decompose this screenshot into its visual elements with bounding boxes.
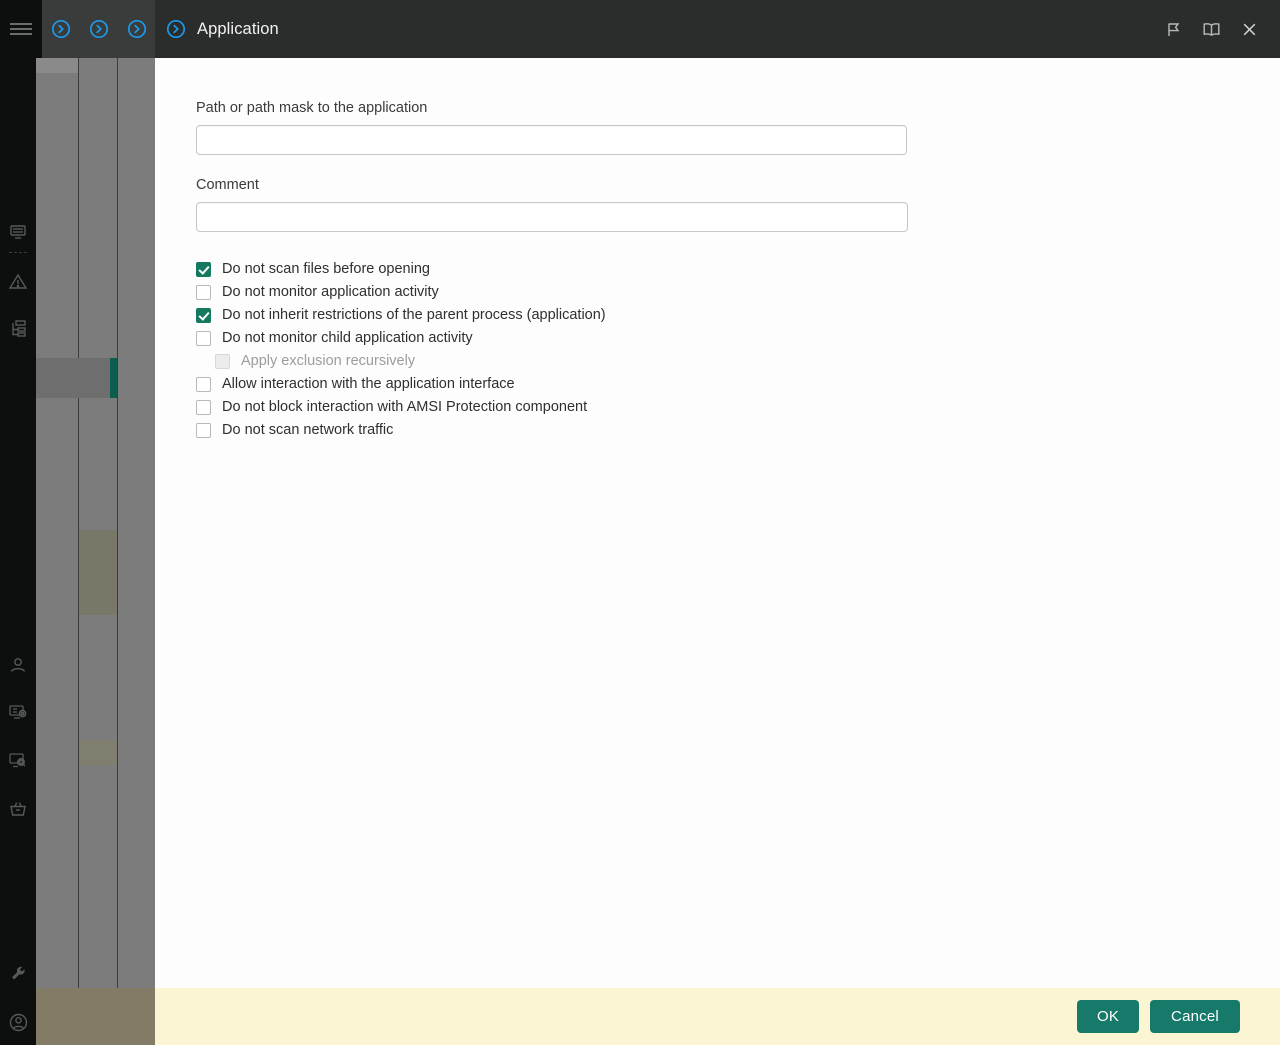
background-highlight-row-b bbox=[79, 530, 117, 615]
sidebar-item-discovery[interactable] bbox=[0, 744, 36, 778]
comment-field-label: Comment bbox=[196, 177, 259, 193]
checkbox-do-not-scan-files-before-opening[interactable]: Do not scan files before opening bbox=[196, 258, 1280, 281]
exclusion-options-list: Do not scan files before opening Do not m… bbox=[196, 258, 1280, 442]
dialog-footer: OK Cancel bbox=[155, 988, 1280, 1045]
checkbox-do-not-monitor-child-application-activity[interactable]: Do not monitor child application activit… bbox=[196, 327, 1280, 350]
sidebar-item-hierarchy[interactable] bbox=[0, 312, 36, 346]
checkbox-apply-exclusion-recursively: Apply exclusion recursively bbox=[196, 350, 1280, 373]
dialog-title-bar: Application bbox=[155, 0, 1280, 58]
comment-input[interactable] bbox=[196, 202, 908, 232]
checkbox-allow-interaction-with-application-interface-box[interactable] bbox=[196, 377, 211, 392]
background-selected-row bbox=[36, 358, 115, 398]
breadcrumb-step-1[interactable] bbox=[42, 0, 81, 58]
checkbox-do-not-monitor-child-application-activity-box[interactable] bbox=[196, 331, 211, 346]
checkbox-do-not-scan-files-before-opening-box[interactable] bbox=[196, 262, 211, 277]
ok-button[interactable]: OK bbox=[1077, 1000, 1139, 1033]
sidebar-item-users[interactable] bbox=[0, 648, 36, 682]
sidebar-item-account[interactable] bbox=[0, 1005, 36, 1039]
sidebar-item-reports[interactable] bbox=[0, 215, 36, 249]
circle-arrow-right-icon bbox=[89, 19, 109, 39]
background-column-2 bbox=[79, 0, 117, 1045]
checkbox-do-not-block-amsi-protection-label: Do not block interaction with AMSI Prote… bbox=[222, 399, 588, 416]
circle-arrow-right-icon bbox=[127, 19, 147, 39]
path-field-label: Path or path mask to the application bbox=[196, 100, 428, 116]
checkbox-do-not-inherit-parent-restrictions[interactable]: Do not inherit restrictions of the paren… bbox=[196, 304, 1280, 327]
path-input[interactable] bbox=[196, 125, 907, 155]
sidebar-item-alerts[interactable] bbox=[0, 265, 36, 299]
background-column-3 bbox=[118, 0, 155, 1045]
dialog-title-actions bbox=[1154, 9, 1280, 49]
background-highlight-row-a bbox=[36, 58, 78, 73]
checkbox-do-not-monitor-application-activity[interactable]: Do not monitor application activity bbox=[196, 281, 1280, 304]
background-divider-1 bbox=[78, 0, 79, 1045]
checkbox-do-not-inherit-parent-restrictions-box[interactable] bbox=[196, 308, 211, 323]
checkbox-allow-interaction-with-application-interface-label: Allow interaction with the application i… bbox=[222, 376, 515, 393]
sidebar-item-policies[interactable] bbox=[0, 360, 36, 394]
checkbox-do-not-scan-network-traffic-box[interactable] bbox=[196, 423, 211, 438]
background-highlight-row-c bbox=[79, 740, 117, 765]
breadcrumb-step-3[interactable] bbox=[118, 0, 157, 58]
application-exclusion-dialog: Application Path or path mask to the app… bbox=[155, 0, 1280, 1045]
checkbox-do-not-monitor-child-application-activity-label: Do not monitor child application activit… bbox=[222, 330, 473, 347]
background-divider-2 bbox=[117, 0, 118, 1045]
cancel-button[interactable]: Cancel bbox=[1150, 1000, 1240, 1033]
checkbox-do-not-monitor-application-activity-label: Do not monitor application activity bbox=[222, 284, 439, 301]
checkbox-do-not-scan-network-traffic-label: Do not scan network traffic bbox=[222, 422, 394, 439]
hamburger-menu-icon[interactable] bbox=[0, 0, 42, 58]
breadcrumb-step-2[interactable] bbox=[80, 0, 119, 58]
checkbox-do-not-scan-files-before-opening-label: Do not scan files before opening bbox=[222, 261, 430, 278]
checkbox-do-not-monitor-application-activity-box[interactable] bbox=[196, 285, 211, 300]
checkbox-apply-exclusion-recursively-label: Apply exclusion recursively bbox=[241, 353, 416, 370]
checkbox-do-not-block-amsi-protection[interactable]: Do not block interaction with AMSI Prote… bbox=[196, 396, 1280, 419]
sidebar-item-marketplace[interactable] bbox=[0, 792, 36, 826]
sidebar-item-tools[interactable] bbox=[0, 957, 36, 991]
checkbox-apply-exclusion-recursively-box bbox=[215, 354, 230, 369]
background-selection-accent-2 bbox=[110, 358, 117, 398]
application-window: Application Path or path mask to the app… bbox=[0, 0, 1280, 1045]
sidebar-divider bbox=[9, 252, 27, 254]
checkbox-do-not-inherit-parent-restrictions-label: Do not inherit restrictions of the paren… bbox=[222, 307, 606, 324]
background-column-1 bbox=[36, 0, 78, 1045]
background-footer-tint bbox=[36, 988, 155, 1045]
book-icon[interactable] bbox=[1192, 9, 1230, 49]
checkbox-allow-interaction-with-application-interface[interactable]: Allow interaction with the application i… bbox=[196, 373, 1280, 396]
close-icon[interactable] bbox=[1230, 9, 1268, 49]
flag-icon[interactable] bbox=[1154, 9, 1192, 49]
page-title: Application bbox=[197, 19, 279, 38]
sidebar-rail bbox=[0, 0, 36, 1045]
circle-arrow-right-icon bbox=[155, 18, 197, 40]
dialog-body: Path or path mask to the application Com… bbox=[155, 58, 1280, 988]
checkbox-do-not-scan-network-traffic[interactable]: Do not scan network traffic bbox=[196, 419, 1280, 442]
circle-arrow-right-icon bbox=[51, 19, 71, 39]
checkbox-do-not-block-amsi-protection-box[interactable] bbox=[196, 400, 211, 415]
sidebar-item-settings[interactable] bbox=[0, 695, 36, 729]
